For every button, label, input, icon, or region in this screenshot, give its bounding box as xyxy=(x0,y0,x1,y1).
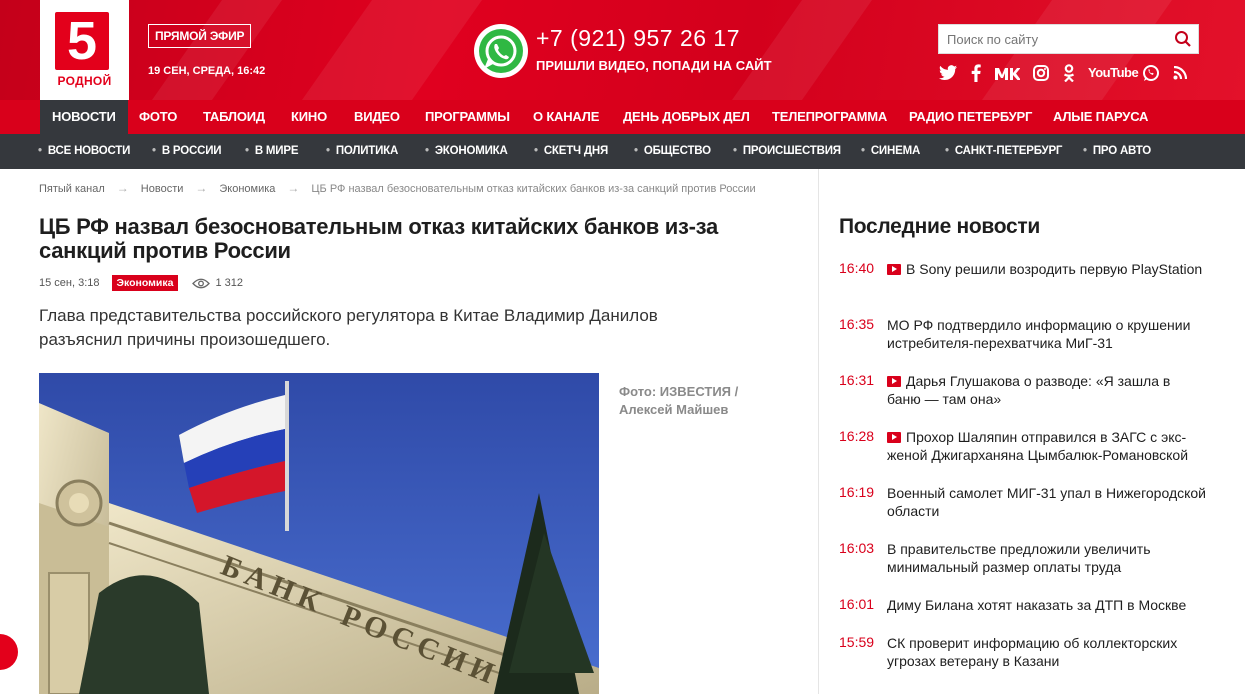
instagram-icon[interactable] xyxy=(1032,62,1050,84)
odnoklassniki-icon[interactable] xyxy=(1062,62,1076,84)
subnav-item-politics[interactable]: ПОЛИТИКА xyxy=(326,134,398,169)
twitter-icon[interactable] xyxy=(938,62,958,84)
floating-action-button[interactable] xyxy=(0,634,18,670)
subnav-item-world[interactable]: В МИРЕ xyxy=(245,134,299,169)
breadcrumb: Пятый канал → Новости → Экономика → ЦБ РФ назв… xyxy=(39,181,756,195)
rss-icon[interactable] xyxy=(1172,62,1188,84)
subnav-item-spb[interactable]: САНКТ-ПЕТЕРБУРГ xyxy=(945,134,1063,169)
video-play-icon xyxy=(887,432,901,443)
facebook-icon[interactable] xyxy=(970,62,982,84)
breadcrumb-economy[interactable]: Экономика xyxy=(219,183,275,195)
nav-item-video[interactable]: ВИДЕО xyxy=(342,100,412,134)
category-badge[interactable]: Экономика xyxy=(111,275,179,291)
article-photo[interactable]: БАНК РОССИИ xyxy=(39,373,599,694)
social-links: YouTube xyxy=(938,62,1200,84)
logo-number: 5 xyxy=(55,12,109,70)
live-stream-button[interactable]: ПРЯМОЙ ЭФИР xyxy=(148,24,252,48)
article-lead: Глава представительства российского регу… xyxy=(39,306,658,349)
news-time: 16:35 xyxy=(839,316,875,332)
nav-item-programs[interactable]: ПРОГРАММЫ xyxy=(413,100,522,134)
nav-item-scarlet-sails[interactable]: АЛЫЕ ПАРУСА xyxy=(1041,100,1160,134)
nav-item-kino[interactable]: КИНО xyxy=(279,100,339,134)
subnav-item-cinema[interactable]: СИНЕМА xyxy=(861,134,920,169)
subnav-item-all-news[interactable]: ВСЕ НОВОСТИ xyxy=(38,134,131,169)
breadcrumb-home[interactable]: Пятый канал xyxy=(39,183,105,195)
sidebar-divider xyxy=(818,169,819,694)
news-time: 16:28 xyxy=(839,428,875,444)
views-count: 1 312 xyxy=(215,277,243,289)
video-play-icon xyxy=(887,376,901,387)
bank-of-russia-photo: БАНК РОССИИ xyxy=(39,373,599,694)
video-play-icon xyxy=(887,264,901,275)
news-time: 15:59 xyxy=(839,634,875,650)
nav-item-photo[interactable]: ФОТО xyxy=(127,100,189,134)
news-headline[interactable]: Диму Билана хотят наказать за ДТП в Моск… xyxy=(887,597,1186,613)
main-nav: НОВОСТИ ФОТО ТАБЛОИД КИНО ВИДЕО ПРОГРАММ… xyxy=(0,100,1245,134)
news-headline[interactable]: МО РФ подтвердило информацию о крушении … xyxy=(887,317,1190,351)
sub-nav: ВСЕ НОВОСТИ В РОССИИ В МИРЕ ПОЛИТИКА ЭКО… xyxy=(0,134,1245,169)
news-time: 16:01 xyxy=(839,596,875,612)
whatsapp-caption: ПРИШЛИ ВИДЕО, ПОПАДИ НА САЙТ xyxy=(536,58,772,73)
nav-item-good-deeds[interactable]: ДЕНЬ ДОБРЫХ ДЕЛ xyxy=(611,100,762,134)
nav-item-tv-guide[interactable]: ТЕЛЕПРОГРАММА xyxy=(760,100,899,134)
arrow-right-icon: → xyxy=(287,181,300,195)
news-headline[interactable]: Военный самолет МИГ-31 упал в Нижегородс… xyxy=(887,485,1206,519)
subnav-item-auto[interactable]: ПРО АВТО xyxy=(1083,134,1151,169)
nav-item-radio[interactable]: РАДИО ПЕТЕРБУРГ xyxy=(897,100,1044,134)
news-time: 16:31 xyxy=(839,372,875,388)
site-logo[interactable]: 5 РОДНОЙ xyxy=(40,0,129,100)
subnav-item-sketch[interactable]: СКЕТЧ ДНЯ xyxy=(534,134,608,169)
current-date: 19 СЕН, СРЕДА, 16:42 xyxy=(148,65,266,77)
article-title: ЦБ РФ назвал безосновательным отказ кита… xyxy=(39,214,718,263)
news-headline[interactable]: В правительстве предложили увеличить мин… xyxy=(887,541,1151,575)
subnav-item-society[interactable]: ОБЩЕСТВО xyxy=(634,134,711,169)
news-headline[interactable]: Прохор Шаляпин отправился в ЗАГС с экс-ж… xyxy=(887,429,1188,463)
news-headline[interactable]: Дарья Глушакова о разводе: «Я зашла в ба… xyxy=(887,373,1170,407)
subnav-item-incidents[interactable]: ПРОИСШЕСТВИЯ xyxy=(733,134,841,169)
nav-item-news[interactable]: НОВОСТИ xyxy=(40,100,128,134)
arrow-right-icon: → xyxy=(116,181,129,195)
vk-icon[interactable] xyxy=(994,62,1021,84)
site-header: 5 РОДНОЙ ПРЯМОЙ ЭФИР 19 СЕН, СРЕДА, 16:4… xyxy=(0,0,1245,100)
news-headline[interactable]: СК проверит информацию об коллекторских … xyxy=(887,635,1177,669)
article-date: 15 сен, 3:18 xyxy=(39,277,100,289)
news-time: 16:03 xyxy=(839,540,875,556)
article-views: 1 312 xyxy=(192,277,243,289)
search-icon[interactable] xyxy=(1174,30,1192,48)
arrow-right-icon: → xyxy=(195,181,208,195)
news-time: 16:40 xyxy=(839,260,875,276)
breadcrumb-news[interactable]: Новости xyxy=(141,183,184,195)
nav-item-about[interactable]: О КАНАЛЕ xyxy=(521,100,611,134)
whatsapp-small-icon[interactable] xyxy=(1142,62,1160,84)
article-meta: 15 сен, 3:18 Экономика 1 312 xyxy=(39,274,243,292)
subnav-item-russia[interactable]: В РОССИИ xyxy=(152,134,222,169)
logo-label: РОДНОЙ xyxy=(57,74,112,88)
breadcrumb-current: ЦБ РФ назвал безосновательным отказ кита… xyxy=(311,183,756,195)
subnav-item-economy[interactable]: ЭКОНОМИКА xyxy=(425,134,508,169)
search-input[interactable] xyxy=(939,25,1159,53)
nav-item-tabloid[interactable]: ТАБЛОИД xyxy=(191,100,277,134)
youtube-label: YouTube xyxy=(1088,65,1139,80)
news-time: 16:19 xyxy=(839,484,875,500)
whatsapp-icon[interactable] xyxy=(472,22,530,80)
eye-icon xyxy=(192,278,211,288)
site-search xyxy=(938,24,1199,54)
news-headline[interactable]: В Sony решили возродить первую PlayStati… xyxy=(906,261,1202,277)
photo-credit: Фото: ИЗВЕСТИЯ / Алексей Майшев xyxy=(619,384,739,417)
youtube-icon[interactable]: YouTube xyxy=(1088,62,1139,84)
whatsapp-phone[interactable]: +7 (921) 957 26 17 xyxy=(536,25,740,52)
latest-news-title: Последние новости xyxy=(839,215,1040,238)
